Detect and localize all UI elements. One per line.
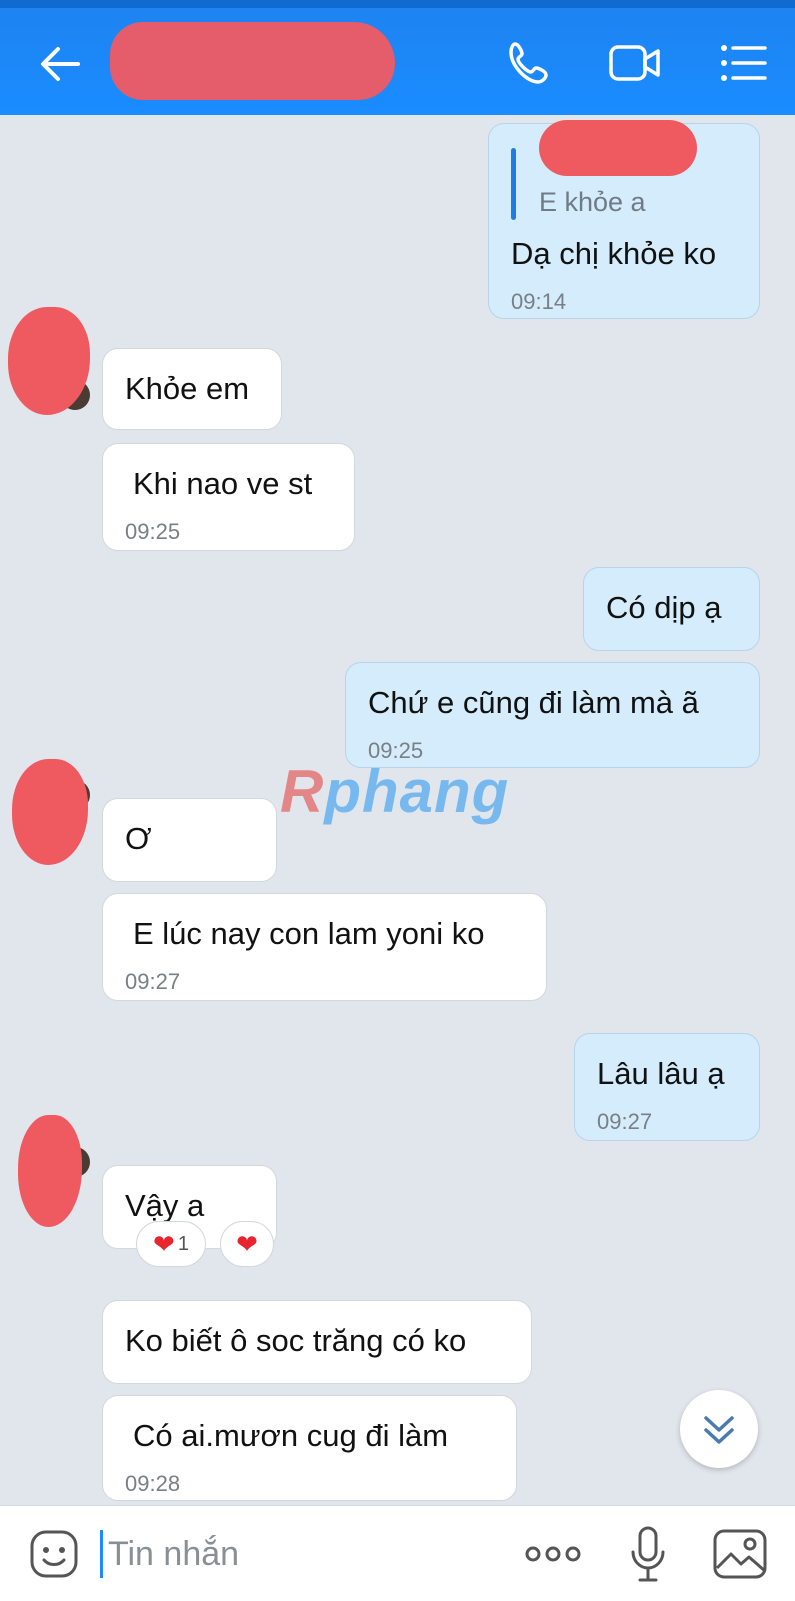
microphone-icon[interactable] bbox=[628, 1524, 668, 1584]
avatar-redacted bbox=[12, 759, 88, 865]
message-text: Ko biết ô soc trăng có ko bbox=[125, 1323, 467, 1358]
message-text: Chứ e cũng đi làm mà ã bbox=[368, 685, 699, 720]
quote-author-redacted bbox=[539, 120, 697, 176]
avatar-redacted bbox=[18, 1115, 82, 1227]
message-bubble-outgoing[interactable]: Có dịp ạ bbox=[583, 567, 760, 651]
status-strip bbox=[0, 0, 795, 8]
message-text: Ơ bbox=[125, 821, 152, 856]
chat-header bbox=[0, 0, 795, 115]
message-bubble-incoming[interactable]: Khỏe em bbox=[102, 348, 282, 430]
scroll-to-bottom-button[interactable] bbox=[680, 1390, 758, 1468]
composer-bar bbox=[0, 1505, 795, 1601]
message-bubble-incoming[interactable]: Khi nao ve st 09:25 bbox=[102, 443, 355, 551]
message-input[interactable] bbox=[106, 1528, 490, 1580]
message-time: 09:27 bbox=[125, 969, 181, 994]
sticker-smiley-icon[interactable] bbox=[28, 1528, 80, 1580]
message-time: 09:28 bbox=[125, 1471, 181, 1496]
message-text: Lâu lâu ạ bbox=[597, 1056, 725, 1091]
image-icon[interactable] bbox=[712, 1528, 768, 1580]
message-bubble-incoming[interactable]: Ơ bbox=[102, 798, 277, 882]
message-bubble-incoming[interactable]: Có ai.mươn cug đi làm 09:28 bbox=[102, 1395, 517, 1501]
text-cursor bbox=[100, 1530, 103, 1578]
message-bubble-outgoing[interactable]: Chứ e cũng đi làm mà ã 09:25 bbox=[345, 662, 760, 768]
message-text: Có ai.mươn cug đi làm bbox=[133, 1418, 449, 1453]
message-bubble-incoming[interactable]: Ko biết ô soc trăng có ko bbox=[102, 1300, 532, 1384]
react-button[interactable]: ❤ bbox=[220, 1221, 274, 1267]
reaction-count: 1 bbox=[177, 1232, 189, 1255]
message-text: E lúc nay con lam yoni ko bbox=[133, 916, 485, 951]
chevron-double-down-icon bbox=[704, 1416, 734, 1444]
message-text: Khỏe em bbox=[125, 371, 250, 406]
message-bubble-outgoing[interactable]: E khỏe a Dạ chị khỏe ko 09:14 bbox=[488, 120, 760, 319]
message-bubble-incoming[interactable]: E lúc nay con lam yoni ko 09:27 bbox=[102, 893, 547, 1001]
quote-bar bbox=[511, 148, 516, 220]
phone-icon[interactable] bbox=[505, 38, 559, 88]
message-text: Vậy a bbox=[125, 1188, 205, 1223]
video-camera-icon[interactable] bbox=[608, 38, 662, 88]
watermark: Rphang bbox=[280, 758, 510, 825]
heart-icon: ❤ bbox=[153, 1229, 175, 1259]
heart-icon: ❤ bbox=[236, 1229, 258, 1259]
arrow-left-icon[interactable] bbox=[38, 42, 82, 86]
message-time: 09:14 bbox=[511, 289, 567, 314]
quote-text: E khỏe a bbox=[539, 187, 646, 217]
message-bubble-outgoing[interactable]: Lâu lâu ạ 09:27 bbox=[574, 1033, 760, 1141]
reaction-summary[interactable]: ❤ 1 bbox=[136, 1221, 206, 1267]
list-menu-icon[interactable] bbox=[718, 38, 772, 88]
message-time: 09:27 bbox=[597, 1109, 653, 1134]
message-time: 09:25 bbox=[125, 519, 181, 544]
more-dots-icon[interactable] bbox=[523, 1534, 583, 1574]
contact-name-redacted[interactable] bbox=[110, 22, 395, 100]
message-text: Có dịp ạ bbox=[606, 590, 722, 625]
message-text: Khi nao ve st bbox=[133, 466, 313, 501]
message-text: Dạ chị khỏe ko bbox=[511, 236, 717, 271]
